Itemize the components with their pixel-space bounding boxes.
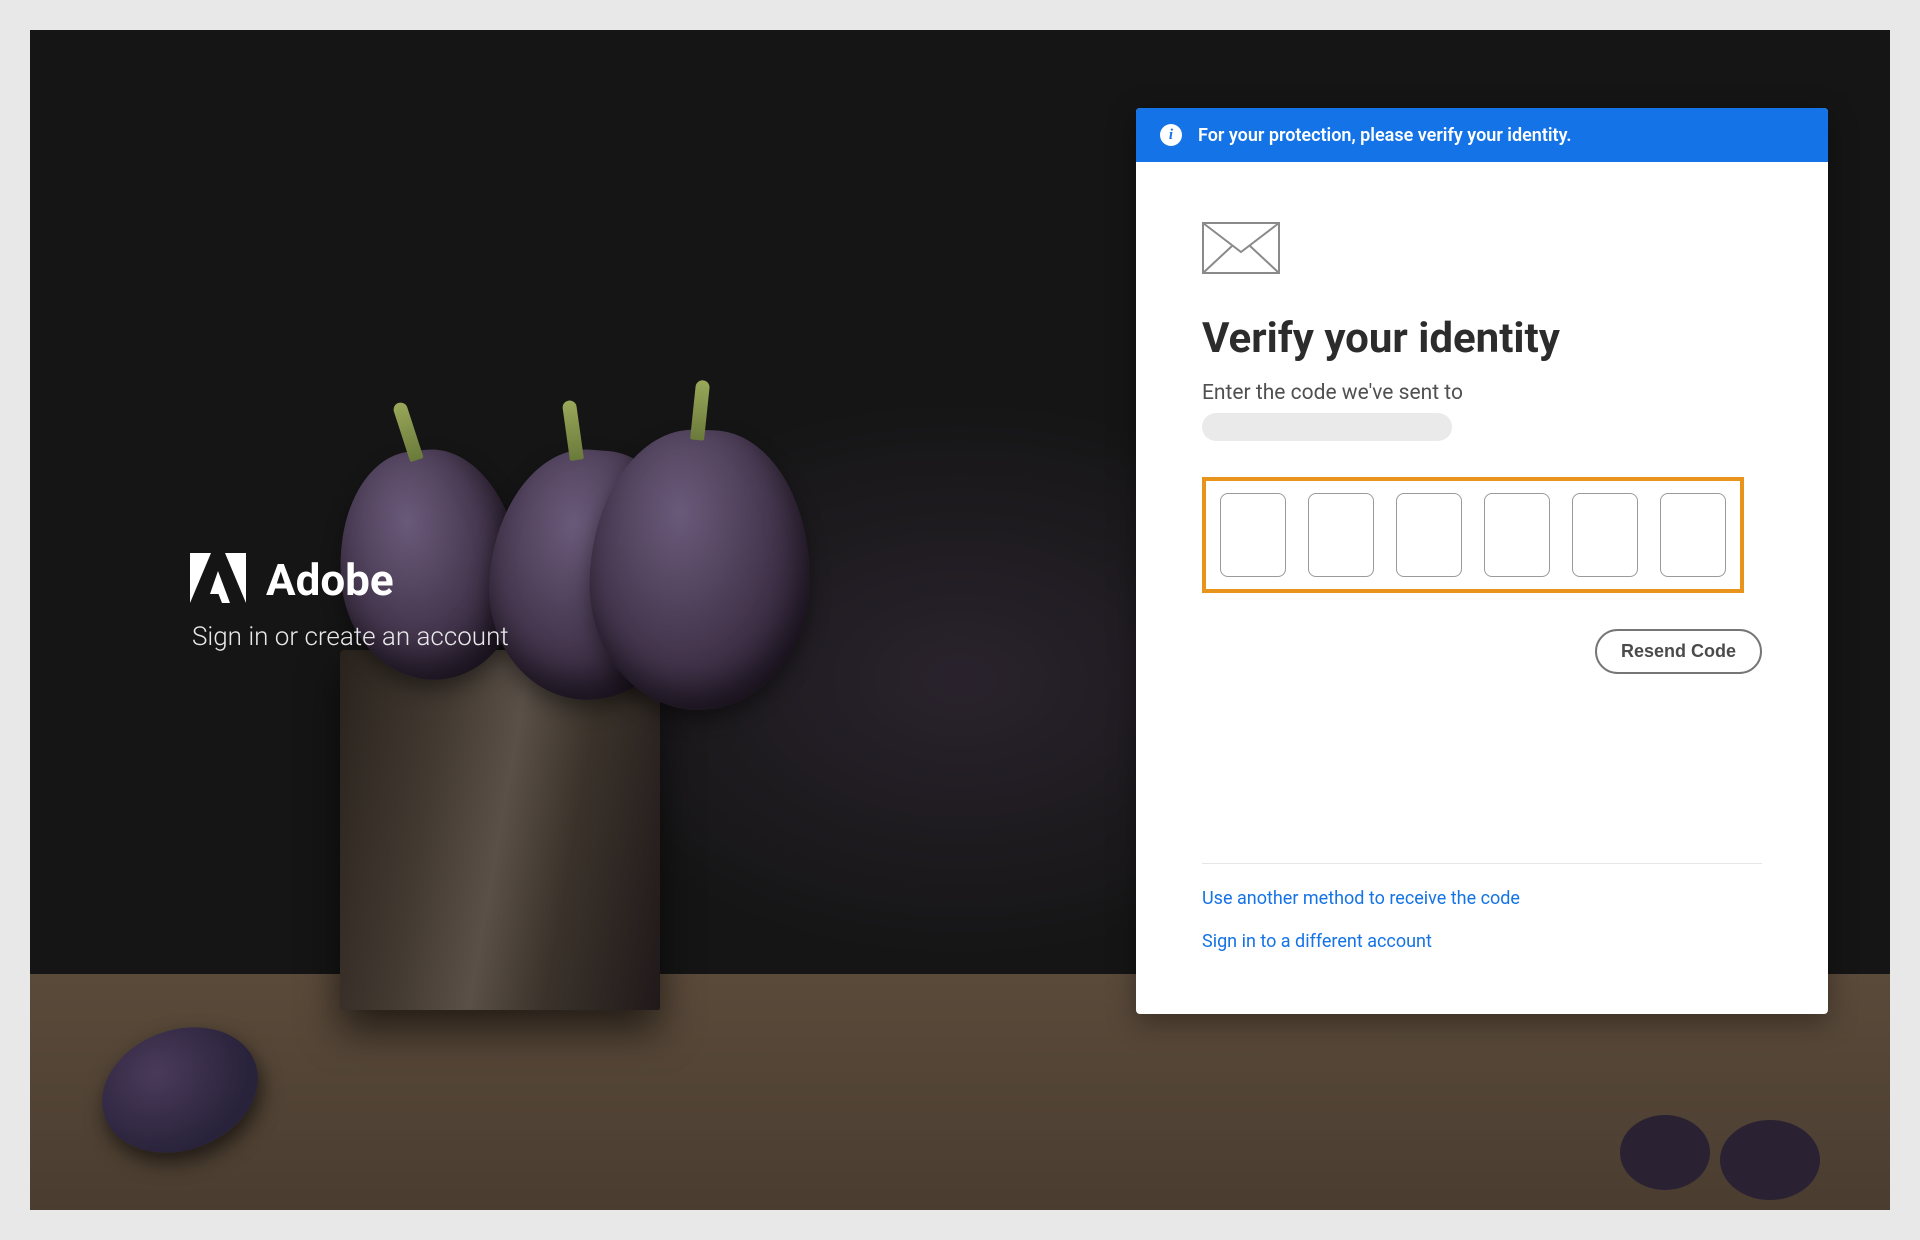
background-prop-fig (1620, 1115, 1710, 1190)
card-body: Verify your identity Enter the code we'v… (1136, 162, 1828, 1014)
sign-in-different-account-link[interactable]: Sign in to a different account (1202, 931, 1762, 952)
code-digit-1[interactable] (1220, 493, 1286, 577)
envelope-icon (1202, 222, 1762, 314)
background-prop-fig (1720, 1120, 1820, 1200)
card-title: Verify your identity (1202, 314, 1762, 363)
background-prop-tin (340, 650, 660, 1010)
brand-name: Adobe (266, 554, 394, 606)
resend-code-button[interactable]: Resend Code (1595, 629, 1762, 674)
use-another-method-link[interactable]: Use another method to receive the code (1202, 888, 1762, 909)
info-banner: i For your protection, please verify you… (1136, 108, 1828, 162)
code-digit-4[interactable] (1484, 493, 1550, 577)
card-subtitle: Enter the code we've sent to (1202, 381, 1762, 405)
code-digit-2[interactable] (1308, 493, 1374, 577)
app-frame: Adobe Sign in or create an account i For… (30, 30, 1890, 1210)
resend-row: Resend Code (1202, 629, 1762, 674)
code-digit-6[interactable] (1660, 493, 1726, 577)
code-input-group (1202, 477, 1744, 593)
code-digit-5[interactable] (1572, 493, 1638, 577)
verify-identity-card: i For your protection, please verify you… (1136, 108, 1828, 1014)
adobe-logo-icon (190, 553, 246, 607)
info-banner-text: For your protection, please verify your … (1198, 125, 1571, 146)
brand-block: Adobe (190, 553, 394, 607)
divider (1202, 863, 1762, 864)
code-digit-3[interactable] (1396, 493, 1462, 577)
redacted-email (1202, 413, 1452, 441)
brand-subtitle: Sign in or create an account (192, 622, 509, 652)
info-icon: i (1160, 124, 1182, 146)
